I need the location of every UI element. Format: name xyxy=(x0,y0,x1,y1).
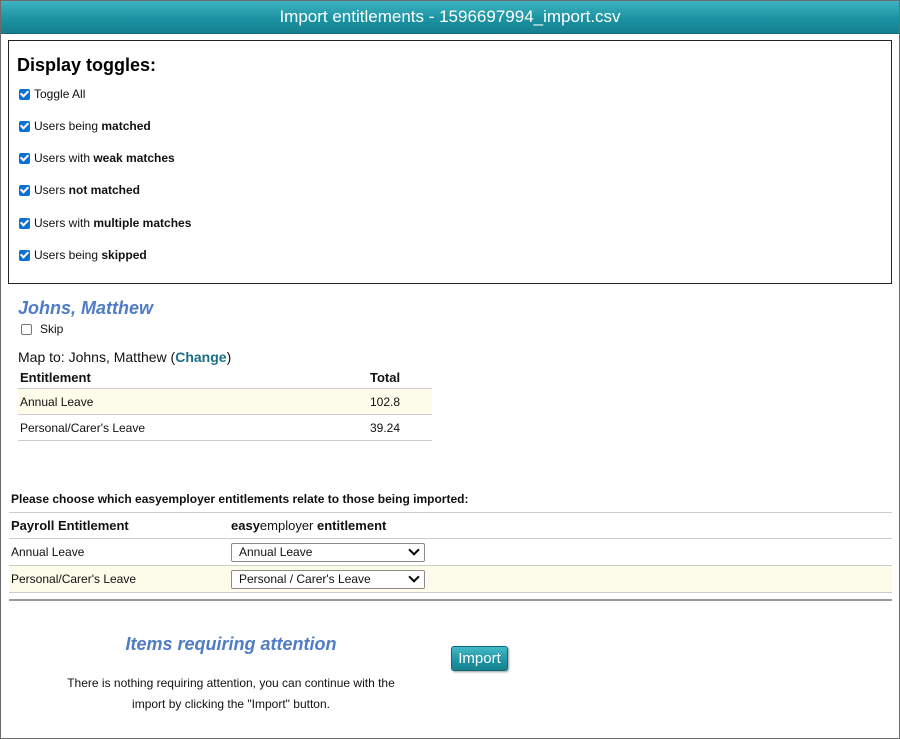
toggle-weak-matches-checkbox[interactable] xyxy=(19,152,30,164)
person-name: Johns, Matthew xyxy=(18,298,154,318)
toggle-label: Users xyxy=(34,183,69,197)
table-row: Annual Leave Annual Leave xyxy=(9,538,892,566)
skip-checkbox[interactable] xyxy=(21,323,32,335)
toggle-not-matched[interactable]: Users not matched xyxy=(19,181,140,199)
entitlement-cell: Annual Leave xyxy=(18,388,368,415)
toggle-all-checkbox[interactable] xyxy=(19,88,30,100)
attention-message: There is nothing requiring attention, yo… xyxy=(61,673,401,715)
chevron-down-icon xyxy=(408,571,420,583)
total-cell: 39.24 xyxy=(368,414,432,441)
payroll-entitlement-header: Payroll Entitlement xyxy=(9,512,229,539)
toggle-weak-matches[interactable]: Users with weak matches xyxy=(19,149,175,167)
entitlement-select-cell: Annual Leave xyxy=(229,538,892,566)
payroll-entitlement-cell: Annual Leave xyxy=(9,538,229,566)
section-divider xyxy=(9,599,892,601)
skip-label: Skip xyxy=(40,322,64,336)
mapping-table: Payroll Entitlement easyemployer entitle… xyxy=(9,512,892,593)
toggle-matched-checkbox[interactable] xyxy=(19,120,30,132)
import-button[interactable]: Import xyxy=(451,646,508,671)
toggle-label: Users being xyxy=(34,119,102,133)
easyemployer-entitlement-header: easyemployer entitlement xyxy=(229,512,892,539)
table-header-row: Payroll Entitlement easyemployer entitle… xyxy=(9,512,892,539)
toggle-label: Users with xyxy=(34,216,94,230)
entitlement-select[interactable]: Annual Leave xyxy=(231,542,425,562)
entitlement-cell: Personal/Carer's Leave xyxy=(18,414,368,441)
toggle-multiple-matches-checkbox[interactable] xyxy=(19,217,30,229)
toggle-label-bold: multiple matches xyxy=(93,216,192,230)
skip-option[interactable]: Skip xyxy=(21,322,63,336)
table-row: Annual Leave 102.8 xyxy=(18,388,432,415)
toggle-label-bold: matched xyxy=(101,119,151,133)
toggle-not-matched-checkbox[interactable] xyxy=(19,184,30,196)
table-header-row: Entitlement Total xyxy=(18,367,432,389)
attention-line: import by clicking the "Import" button. xyxy=(132,697,330,711)
map-to-line: Map to: Johns, Matthew (Change) xyxy=(18,349,232,365)
mapping-instruction: Please choose which easyemployer entitle… xyxy=(11,492,469,506)
toggle-skipped[interactable]: Users being skipped xyxy=(19,246,147,264)
toggle-label: Users being xyxy=(34,248,102,262)
toggle-matched[interactable]: Users being matched xyxy=(19,117,151,135)
table-row: Personal/Carer's Leave 39.24 xyxy=(18,414,432,441)
toggle-label-bold: skipped xyxy=(101,248,147,262)
toggle-skipped-checkbox[interactable] xyxy=(19,249,30,261)
header-part-bold: easy xyxy=(231,518,260,533)
chevron-down-icon xyxy=(408,544,420,556)
import-dialog: Import entitlements - 1596697994_import.… xyxy=(0,0,900,739)
change-link[interactable]: Change xyxy=(175,349,226,365)
map-to-prefix: Map to: xyxy=(18,349,69,365)
display-toggles-panel: Display toggles: Toggle All Users being … xyxy=(8,40,892,284)
entitlement-header: Entitlement xyxy=(18,367,368,389)
toggle-all[interactable]: Toggle All xyxy=(19,85,85,103)
total-header: Total xyxy=(368,367,432,389)
toggle-label: Users with xyxy=(34,151,94,165)
toggle-label: Toggle All xyxy=(34,87,86,101)
header-part-light: employer xyxy=(259,518,314,533)
toggle-multiple-matches[interactable]: Users with multiple matches xyxy=(19,214,191,232)
select-value: Annual Leave xyxy=(239,545,313,559)
dialog-title: Import entitlements - 1596697994_import.… xyxy=(1,1,899,34)
total-cell: 102.8 xyxy=(368,388,432,415)
select-value: Personal / Carer's Leave xyxy=(239,572,371,586)
toggle-label-bold: weak matches xyxy=(93,151,175,165)
payroll-entitlement-cell: Personal/Carer's Leave xyxy=(9,565,229,593)
header-part-bold: entitlement xyxy=(313,518,387,533)
map-to-name: Johns, Matthew xyxy=(68,349,167,365)
entitlement-table: Entitlement Total Annual Leave 102.8 Per… xyxy=(18,367,432,441)
toggle-label-bold: not matched xyxy=(68,183,141,197)
attention-heading: Items requiring attention xyxy=(125,634,337,654)
entitlement-select-cell: Personal / Carer's Leave xyxy=(229,565,892,593)
table-row: Personal/Carer's Leave Personal / Carer'… xyxy=(9,565,892,593)
attention-line: There is nothing requiring attention, yo… xyxy=(67,676,395,690)
entitlement-select[interactable]: Personal / Carer's Leave xyxy=(231,569,425,589)
display-toggles-heading: Display toggles: xyxy=(17,55,157,75)
